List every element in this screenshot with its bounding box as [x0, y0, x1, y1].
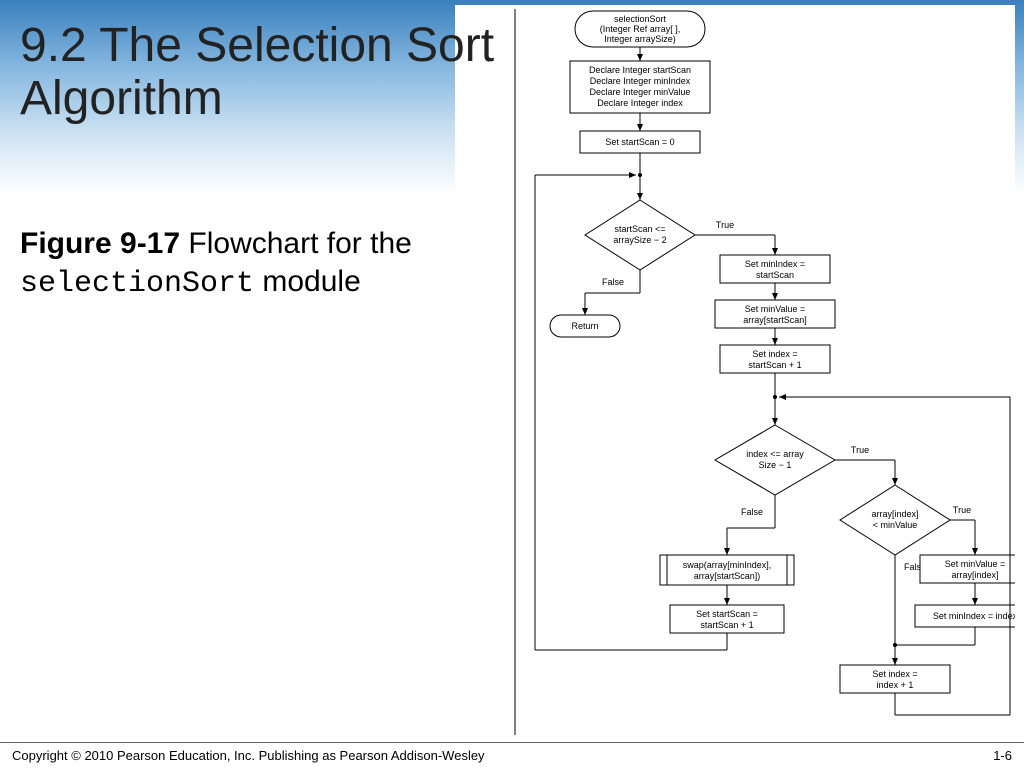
copyright-text: Copyright © 2010 Pearson Education, Inc.…: [12, 748, 485, 763]
svg-text:array[index]: array[index]: [951, 570, 998, 580]
figure-number: Figure 9-17: [20, 227, 180, 260]
svg-text:Set minIndex =: Set minIndex =: [745, 259, 805, 269]
svg-text:Set minValue =: Set minValue =: [745, 304, 806, 314]
svg-text:Set index =: Set index =: [872, 669, 917, 679]
svg-text:Size − 1: Size − 1: [759, 460, 792, 470]
svg-text:< minValue: < minValue: [873, 520, 918, 530]
svg-text:Set index =: Set index =: [752, 349, 797, 359]
svg-text:selectionSort: selectionSort: [614, 14, 667, 24]
svg-text:index + 1: index + 1: [877, 680, 914, 690]
figure-caption: Figure 9-17 Flowchart for the selectionS…: [20, 225, 440, 303]
svg-text:True: True: [851, 445, 869, 455]
svg-text:array[startScan]: array[startScan]: [743, 315, 807, 325]
svg-text:Set minValue =: Set minValue =: [945, 559, 1006, 569]
svg-text:True: True: [953, 505, 971, 515]
page-number: 1-6: [993, 748, 1012, 763]
svg-text:startScan + 1: startScan + 1: [748, 360, 801, 370]
svg-text:index <= array: index <= array: [746, 449, 804, 459]
svg-text:arraySize − 2: arraySize − 2: [613, 235, 666, 245]
svg-text:Return: Return: [571, 321, 598, 331]
svg-text:startScan <=: startScan <=: [614, 224, 665, 234]
footer: Copyright © 2010 Pearson Education, Inc.…: [0, 742, 1024, 768]
svg-text:swap(array[minIndex],: swap(array[minIndex],: [683, 560, 772, 570]
svg-text:Set startScan = 0: Set startScan = 0: [605, 137, 674, 147]
svg-text:startScan + 1: startScan + 1: [700, 620, 753, 630]
caption-code: selectionSort: [20, 267, 254, 301]
svg-text:startScan: startScan: [756, 270, 794, 280]
svg-text:False: False: [741, 507, 763, 517]
svg-text:(Integer Ref array[ ],: (Integer Ref array[ ],: [600, 24, 681, 34]
caption-text-2: module: [254, 265, 361, 298]
flowchart-diagram: selectionSort (Integer Ref array[ ], Int…: [455, 5, 1015, 735]
svg-text:Set minIndex = index: Set minIndex = index: [933, 611, 1015, 621]
svg-text:Set startScan =: Set startScan =: [696, 609, 758, 619]
svg-text:Declare Integer minValue: Declare Integer minValue: [590, 87, 691, 97]
svg-text:Declare Integer startScan: Declare Integer startScan: [589, 65, 691, 75]
svg-text:True: True: [716, 220, 734, 230]
page-title: 9.2 The Selection Sort Algorithm: [20, 20, 520, 126]
svg-text:Declare Integer minIndex: Declare Integer minIndex: [590, 76, 691, 86]
svg-text:array[startScan]): array[startScan]): [694, 571, 761, 581]
svg-text:Declare Integer index: Declare Integer index: [597, 98, 683, 108]
svg-text:Integer arraySize): Integer arraySize): [604, 34, 676, 44]
svg-text:array[index]: array[index]: [871, 509, 918, 519]
caption-text-1: Flowchart for the: [180, 227, 412, 260]
svg-text:False: False: [602, 277, 624, 287]
